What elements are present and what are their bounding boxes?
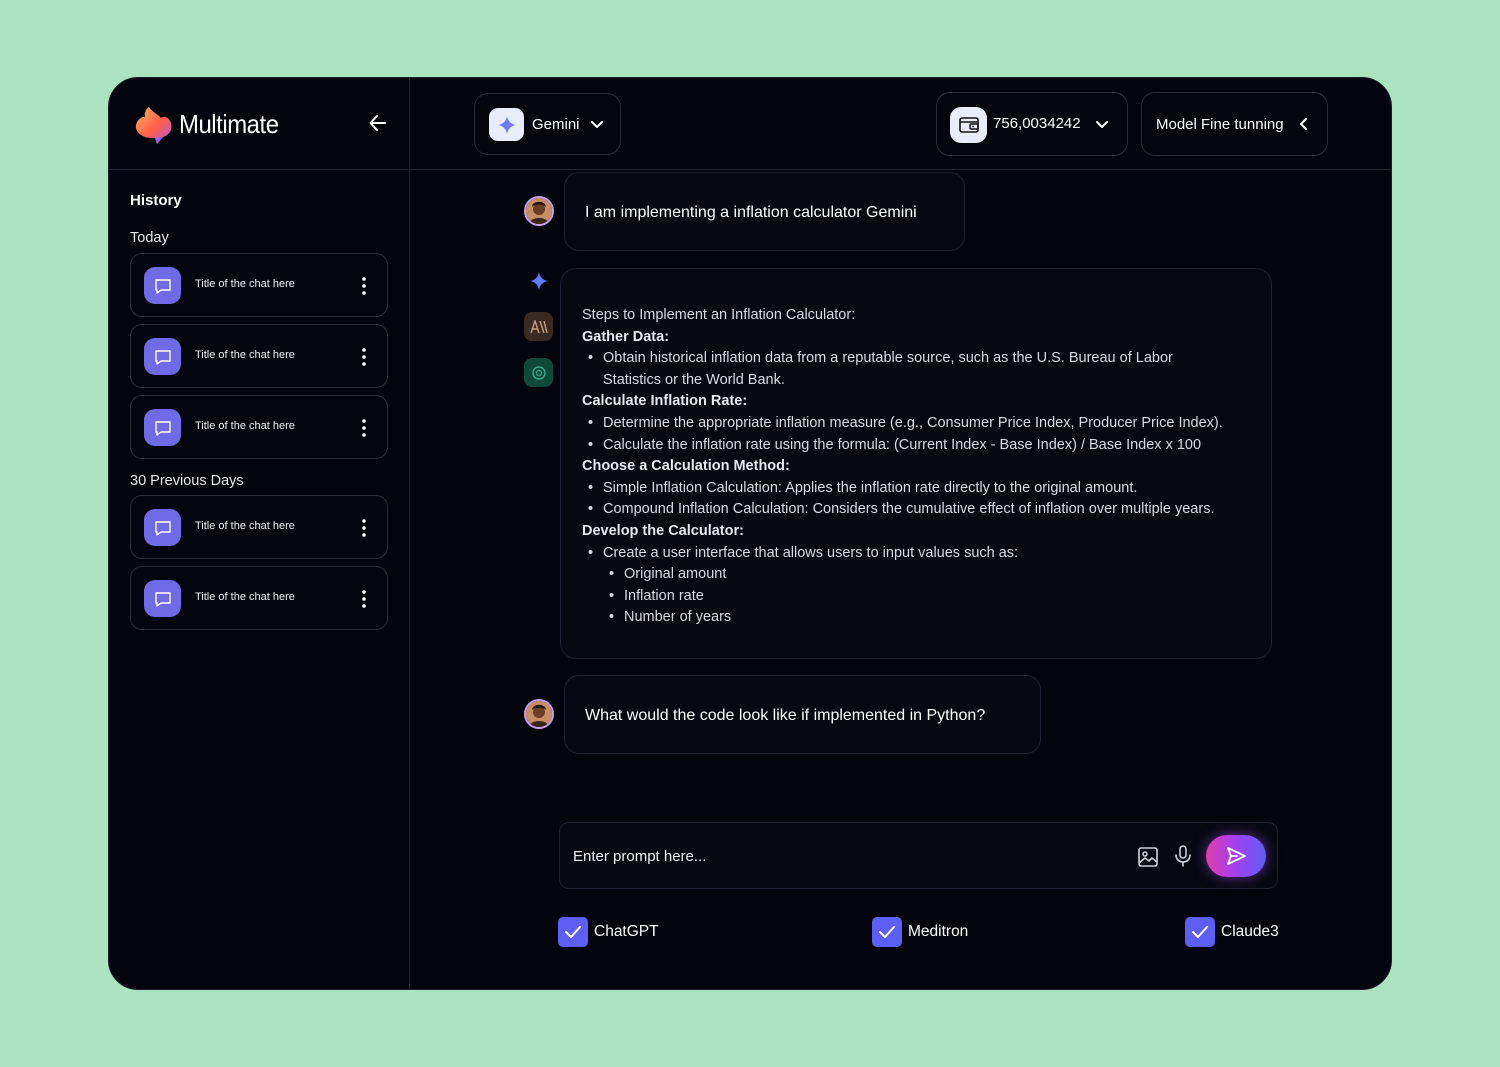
- history-title: History: [130, 192, 182, 209]
- chat-history-item[interactable]: Title of the chat here: [130, 395, 388, 459]
- chat-bubble-icon: [144, 509, 181, 546]
- answer-heading: Choose a Calculation Method:: [582, 458, 790, 475]
- answer-heading: Gather Data:: [582, 328, 670, 345]
- chat-bubble-icon: [144, 409, 181, 446]
- wallet-balance: 756,0034242: [993, 115, 1081, 132]
- more-options-icon[interactable]: [357, 276, 371, 296]
- answer-heading: Develop the Calculator:: [582, 522, 744, 539]
- checkbox-checked-icon[interactable]: [558, 917, 588, 947]
- top-bar: Gemini 756,0034242 Model Fine tunning: [410, 78, 1391, 170]
- chat-title: Title of the chat here: [195, 349, 295, 361]
- wallet-selector[interactable]: 756,0034242: [936, 92, 1128, 156]
- answer-bullet: Compound Inflation Calculation: Consider…: [582, 499, 1271, 521]
- chat-bubble-icon: [144, 580, 181, 617]
- openai-bot-icon: [524, 358, 553, 387]
- checkbox-checked-icon[interactable]: [872, 917, 902, 947]
- chevron-down-icon: [591, 121, 603, 128]
- model-checkbox-chatgpt[interactable]: ChatGPT: [558, 917, 668, 947]
- chevron-left-icon: [1300, 118, 1307, 130]
- wallet-icon: [950, 107, 987, 143]
- more-options-icon[interactable]: [357, 518, 371, 538]
- prompt-box: [559, 822, 1278, 889]
- model-fine-tuning-button[interactable]: Model Fine tunning: [1141, 92, 1328, 156]
- chat-bubble-icon: [144, 338, 181, 375]
- gemini-bot-icon: [524, 266, 553, 295]
- selected-model-label: Gemini: [532, 116, 580, 133]
- answer-bullet: Create a user interface that allows user…: [582, 543, 1271, 565]
- microphone-icon[interactable]: [1171, 844, 1195, 868]
- user-avatar: [524, 196, 554, 226]
- assistant-answer: Steps to Implement an Inflation Calculat…: [560, 268, 1272, 659]
- chat-title: Title of the chat here: [195, 591, 295, 603]
- chat-bubble-icon: [144, 267, 181, 304]
- answer-intro: Steps to Implement an Inflation Calculat…: [582, 307, 856, 323]
- checkbox-label: Meditron: [908, 923, 969, 940]
- answer-bullet: Obtain historical inflation data from a …: [582, 348, 1271, 391]
- anthropic-bot-icon: [524, 312, 553, 341]
- image-upload-icon[interactable]: [1136, 845, 1160, 869]
- model-checkbox-claude3[interactable]: Claude3: [1185, 917, 1285, 947]
- chat-title: Title of the chat here: [195, 278, 295, 290]
- user-message-text: What would the code look like if impleme…: [585, 707, 986, 724]
- user-message-text: I am implementing a inflation calculator…: [585, 204, 917, 221]
- chat-history-item[interactable]: Title of the chat here: [130, 253, 388, 317]
- answer-bullet: Determine the appropriate inflation meas…: [582, 413, 1271, 435]
- brand-header: Multimate: [109, 78, 409, 170]
- answer-bullet: Calculate the inflation rate using the f…: [582, 435, 1271, 457]
- app-name: Multimate: [179, 109, 279, 139]
- checkbox-label: ChatGPT: [594, 923, 659, 940]
- checkbox-label: Claude3: [1221, 923, 1279, 940]
- more-options-icon[interactable]: [357, 347, 371, 367]
- group-label-previous-days: 30 Previous Days: [130, 473, 244, 489]
- user-message: What would the code look like if impleme…: [564, 675, 1041, 754]
- model-checkbox-meditron[interactable]: Meditron: [872, 917, 982, 947]
- app-window: Multimate History Today Title of the cha…: [108, 77, 1392, 990]
- send-button[interactable]: [1206, 835, 1266, 877]
- multimate-logo: [135, 107, 172, 144]
- chat-title: Title of the chat here: [195, 520, 295, 532]
- group-label-today: Today: [130, 230, 169, 246]
- user-avatar: [524, 699, 554, 729]
- chat-history-item[interactable]: Title of the chat here: [130, 324, 388, 388]
- chevron-down-icon: [1096, 121, 1108, 128]
- user-message: I am implementing a inflation calculator…: [564, 172, 965, 251]
- answer-sub-bullet: Number of years: [582, 607, 1271, 629]
- model-selector[interactable]: Gemini: [474, 93, 621, 155]
- answer-heading: Calculate Inflation Rate:: [582, 393, 748, 410]
- chat-history-item[interactable]: Title of the chat here: [130, 566, 388, 630]
- more-options-icon[interactable]: [357, 589, 371, 609]
- collapse-sidebar-arrow-icon[interactable]: [367, 112, 389, 134]
- chat-title: Title of the chat here: [195, 420, 295, 432]
- send-icon: [1227, 847, 1246, 865]
- prompt-input[interactable]: [573, 843, 1113, 869]
- checkbox-checked-icon[interactable]: [1185, 917, 1215, 947]
- gemini-sparkle-icon: [489, 108, 524, 141]
- sidebar: Multimate History Today Title of the cha…: [109, 78, 410, 989]
- more-options-icon[interactable]: [357, 418, 371, 438]
- answer-sub-bullet: Inflation rate: [582, 586, 1271, 608]
- fine-tuning-label: Model Fine tunning: [1156, 116, 1284, 133]
- chat-history-item[interactable]: Title of the chat here: [130, 495, 388, 559]
- answer-sub-bullet: Original amount: [582, 564, 1271, 586]
- answer-bullet: Simple Inflation Calculation: Applies th…: [582, 478, 1271, 500]
